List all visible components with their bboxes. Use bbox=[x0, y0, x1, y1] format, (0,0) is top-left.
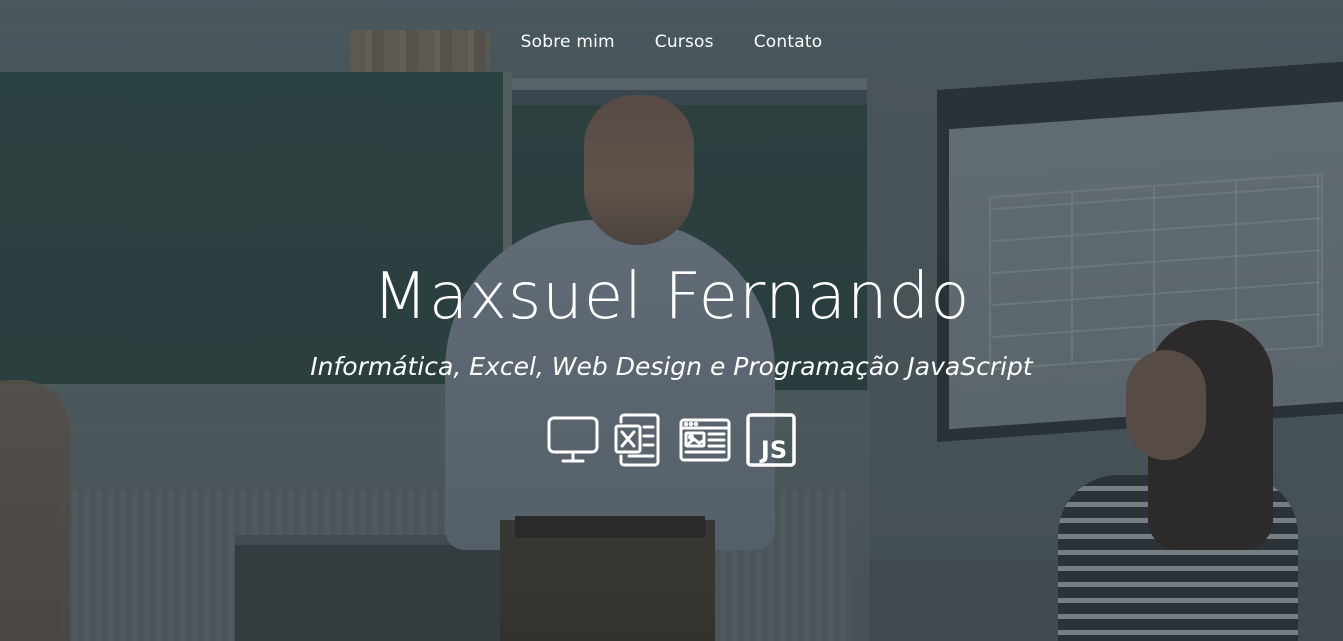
course-icons: JS bbox=[0, 412, 1343, 468]
hero-section: Sobre mim Cursos Contato Maxsuel Fernand… bbox=[0, 0, 1343, 641]
top-nav: Sobre mim Cursos Contato bbox=[0, 30, 1343, 54]
javascript-icon-text: JS bbox=[758, 436, 786, 464]
nav-link-cursos[interactable]: Cursos bbox=[655, 30, 714, 54]
page-title: Maxsuel Fernando bbox=[372, 260, 971, 334]
javascript-icon: JS bbox=[745, 412, 797, 468]
nav-link-contato[interactable]: Contato bbox=[754, 30, 823, 54]
computer-icon bbox=[547, 412, 599, 468]
page-subtitle: Informática, Excel, Web Design e Program… bbox=[310, 352, 1033, 381]
nav-link-sobre-mim[interactable]: Sobre mim bbox=[521, 30, 615, 54]
excel-icon bbox=[613, 412, 665, 468]
web-design-icon bbox=[679, 412, 731, 468]
